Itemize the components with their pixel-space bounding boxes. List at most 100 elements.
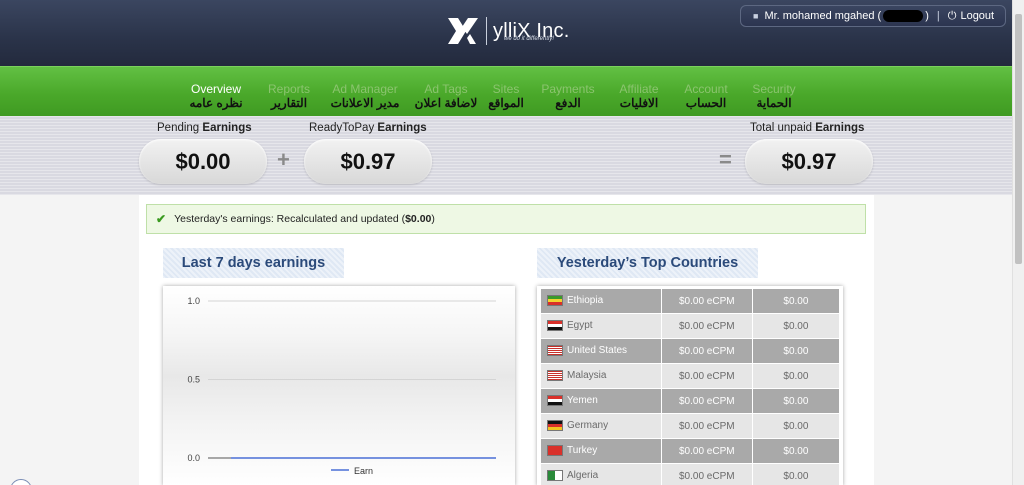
page-scrollbar[interactable] [1012, 0, 1024, 485]
country-row: Egypt $0.00 eCPM $0.00 [541, 313, 839, 339]
country-row: Ethiopia $0.00 eCPM $0.00 [541, 289, 839, 314]
readytopay-earnings-label: ReadyToPay Earnings [309, 122, 427, 134]
user-bar: ■ Mr. mohamed mgahed ( ) | ⏻ Logout [740, 5, 1006, 27]
country-name: Turkey [567, 445, 598, 457]
user-name-close: ) [925, 10, 929, 22]
top-countries-title: Yesterday’s Top Countries [537, 248, 758, 278]
country-ecpm: $0.00 eCPM [660, 289, 753, 314]
country-earnings: $0.00 [751, 463, 839, 485]
malaysia-flag-icon [547, 370, 563, 382]
earnings-word: Earnings [202, 122, 252, 134]
main-content: ✔ Yesterday's earnings: Recalculated and… [139, 195, 874, 485]
legend-label: Earn [354, 466, 373, 476]
earnings-word: Earnings [377, 122, 427, 134]
country-name: Algeria [567, 470, 599, 482]
nav-label-en: Ad Tags [424, 82, 468, 96]
last-7-days-chart: 1.0 0.5 0.0 Earn [163, 286, 515, 485]
nav-label-ar: مدير الاعلانات [330, 96, 400, 110]
plus-sign: + [277, 147, 290, 172]
algeria-flag-icon [547, 470, 563, 482]
yesterday-earnings-notice: ✔ Yesterday's earnings: Recalculated and… [146, 204, 866, 234]
page: ylliX Inc. we do it differently! ■ Mr. m… [0, 0, 1013, 485]
country-ecpm: $0.00 eCPM [660, 413, 753, 439]
country-earnings: $0.00 [751, 438, 839, 464]
user-name[interactable]: Mr. mohamed mgahed ( [764, 10, 881, 22]
nav-label-ar: لاضافة اعلان [414, 96, 478, 110]
nav-label-ar: الدفع [555, 96, 581, 110]
top-countries-table: Ethiopia $0.00 eCPM $0.00 Egypt $0.00 eCPM $0… [541, 289, 839, 485]
logout-link[interactable]: Logout [960, 10, 994, 22]
logo-divider [486, 17, 487, 45]
country-cell: Algeria [541, 463, 662, 485]
country-cell: Egypt [541, 313, 662, 339]
logo[interactable]: ylliX Inc. we do it differently! [446, 14, 569, 48]
nav-item-affiliate[interactable]: Affiliate الافليات [612, 82, 666, 111]
country-name: Germany [567, 420, 609, 432]
pending-earnings-value: $0.00 [139, 139, 267, 184]
y-tick-label: 0.0 [187, 453, 200, 463]
nav-label-ar: الحماية [756, 96, 792, 110]
total-unpaid-label: Total unpaid Earnings [750, 122, 864, 134]
nav-label-en: Affiliate [619, 82, 659, 96]
nav-label-ar: نظره عامه [189, 96, 243, 110]
country-earnings: $0.00 [751, 313, 839, 339]
readytopay-earnings-value: $0.97 [304, 139, 432, 184]
country-cell: Malaysia [541, 363, 662, 389]
redacted-block [883, 10, 924, 22]
user-separator: | [936, 10, 940, 22]
notice-close: ) [431, 213, 435, 225]
y-tick-label: 1.0 [187, 296, 200, 306]
equals-sign: = [719, 147, 732, 172]
country-row: Algeria $0.00 eCPM $0.00 [541, 463, 839, 485]
country-ecpm: $0.00 eCPM [660, 463, 753, 485]
main-nav: Overview نظره عامه Reports التقارير Ad M… [0, 66, 1013, 117]
scrollbar-thumb[interactable] [1015, 14, 1022, 264]
earnings-summary: Pending Earnings $0.00 + ReadyToPay Earn… [0, 116, 1013, 195]
top-countries-panel: Ethiopia $0.00 eCPM $0.00 Egypt $0.00 eCPM $0… [537, 286, 843, 485]
notice-amount: $0.00 [405, 213, 432, 225]
notice-text: Yesterday's earnings: Recalculated and u… [174, 213, 406, 225]
nav-item-payments[interactable]: Payments الدفع [538, 83, 598, 111]
pending-earnings-label: Pending Earnings [157, 122, 252, 134]
yllix-logo-icon [448, 18, 478, 44]
country-cell: Turkey [541, 438, 662, 464]
country-earnings: $0.00 [751, 413, 839, 439]
country-row: Yemen $0.00 eCPM $0.00 [541, 388, 839, 414]
country-name: Malaysia [567, 370, 607, 382]
country-earnings: $0.00 [751, 363, 839, 389]
country-name: Yemen [567, 395, 598, 407]
country-ecpm: $0.00 eCPM [660, 438, 753, 464]
country-name: Egypt [567, 320, 593, 332]
nav-label-en: Overview [190, 82, 241, 96]
nav-label-en: Reports [267, 82, 311, 96]
country-cell: Yemen [541, 388, 662, 414]
nav-label-ar: التقارير [270, 96, 308, 110]
nav-item-overview[interactable]: Overview نظره عامه [184, 82, 248, 111]
country-ecpm: $0.00 eCPM [660, 338, 753, 364]
turkey-flag-icon [547, 445, 563, 457]
last-7-days-title: Last 7 days earnings [163, 248, 344, 278]
nav-label-en: Account [684, 82, 728, 96]
nav-item-account[interactable]: Account الحساب [680, 82, 732, 111]
chat-widget-icon[interactable] [10, 479, 32, 485]
nav-label-ar: المواقع [488, 96, 524, 110]
nav-label-en: Ad Manager [332, 82, 398, 96]
country-earnings: $0.00 [751, 388, 839, 414]
nav-item-ad-tags[interactable]: Ad Tags لاضافة اعلان [408, 82, 484, 111]
yemen-flag-icon [547, 395, 563, 407]
y-tick-label: 0.5 [187, 375, 200, 385]
nav-item-ad-manager[interactable]: Ad Manager مدير الاعلانات [320, 82, 410, 111]
country-name: Ethiopia [567, 295, 604, 307]
country-row: Malaysia $0.00 eCPM $0.00 [541, 363, 839, 389]
power-icon[interactable]: ⏻ [948, 10, 957, 23]
total-unpaid-value: $0.97 [745, 139, 873, 184]
country-earnings: $0.00 [751, 289, 839, 314]
country-ecpm: $0.00 eCPM [660, 363, 753, 389]
nav-item-reports[interactable]: Reports التقارير [264, 82, 314, 111]
nav-label-ar: الحساب [685, 96, 727, 110]
nav-item-security[interactable]: Security الحماية [748, 82, 800, 111]
earnings-word: Earnings [815, 122, 865, 134]
nav-label-en: Security [752, 82, 796, 96]
nav-item-sites[interactable]: Sites المواقع [485, 83, 527, 111]
country-row: Germany $0.00 eCPM $0.00 [541, 413, 839, 439]
